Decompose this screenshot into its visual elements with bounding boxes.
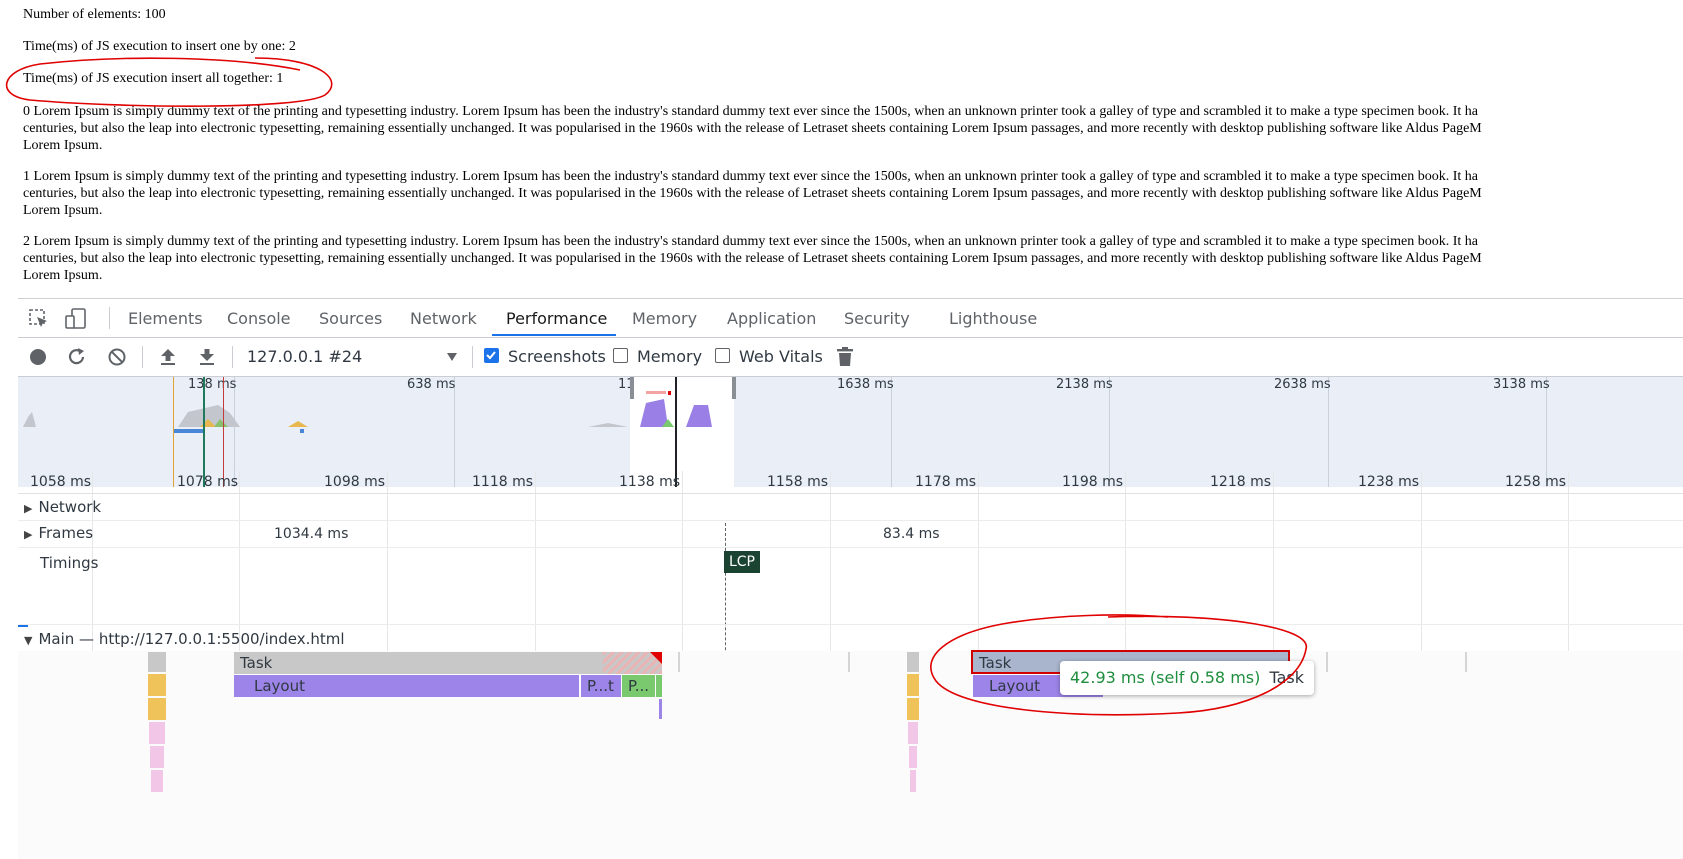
chevron-down-icon[interactable]: [446, 352, 458, 362]
tab-lighthouse[interactable]: Lighthouse: [949, 309, 1037, 328]
network-bar: [300, 429, 304, 433]
screenshots-checkbox[interactable]: [484, 348, 499, 363]
tab-security[interactable]: Security: [844, 309, 910, 328]
record-icon[interactable]: [28, 347, 48, 367]
toolbar-divider: [472, 346, 473, 368]
active-tab-indicator: [492, 334, 616, 336]
ruler-tick: 1198 ms: [1062, 474, 1124, 490]
timings-track-header[interactable]: Timings: [40, 554, 99, 572]
flame-block[interactable]: [910, 770, 916, 792]
flame-block[interactable]: [150, 746, 164, 768]
layout-bar[interactable]: Layout: [234, 675, 579, 697]
tab-performance[interactable]: Performance: [506, 309, 607, 328]
checkmark-icon: [486, 351, 496, 360]
clear-icon[interactable]: [106, 346, 128, 368]
flame-block[interactable]: [148, 652, 166, 672]
expand-triangle-icon: ▶: [24, 502, 33, 515]
lorem-paragraph: 2 Lorem Ipsum is simply dummy text of th…: [23, 234, 1482, 283]
toolbar-divider: [232, 346, 233, 368]
flame-block[interactable]: [659, 699, 662, 719]
memory-checkbox[interactable]: [613, 348, 628, 363]
main-track-indicator: [18, 625, 28, 627]
lorem-paragraph: 0 Lorem Ipsum is simply dummy text of th…: [23, 104, 1482, 153]
upload-icon[interactable]: [157, 346, 179, 368]
task-bar[interactable]: Task: [234, 652, 603, 674]
memory-label: Memory: [637, 347, 703, 366]
flame-block[interactable]: [148, 674, 166, 696]
inspect-element-icon[interactable]: [28, 308, 50, 330]
web-vitals-checkbox[interactable]: [715, 348, 730, 363]
ruler-tick: 1058 ms: [30, 474, 92, 490]
ruler-tick: 1218 ms: [1210, 474, 1272, 490]
ruler-tick: 1258 ms: [1505, 474, 1567, 490]
paint-bar[interactable]: P...: [622, 675, 655, 697]
cpu-activity-chart: [23, 391, 712, 427]
flame-block[interactable]: [149, 722, 165, 744]
ruler-tick: 1158 ms: [767, 474, 829, 490]
network-bar: [174, 429, 204, 433]
ruler-tick: 1138 ms: [619, 474, 681, 490]
web-vitals-label: Web Vitals: [739, 347, 823, 366]
ruler-tick: 1098 ms: [324, 474, 386, 490]
recording-select[interactable]: 127.0.0.1 #24: [247, 347, 362, 366]
devtools-tabbar: Elements Console Sources Network Perform…: [18, 299, 1683, 338]
device-toolbar-icon[interactable]: [64, 307, 88, 331]
flame-block[interactable]: [678, 652, 680, 672]
time-ruler: 1058 ms 1078 ms 1098 ms 1118 ms 1138 ms …: [18, 471, 1683, 494]
tab-application[interactable]: Application: [727, 309, 816, 328]
tab-sources[interactable]: Sources: [319, 309, 382, 328]
devtools-panel: Elements Console Sources Network Perform…: [18, 298, 1683, 859]
flame-block[interactable]: [148, 698, 166, 720]
tab-console[interactable]: Console: [227, 309, 291, 328]
expand-triangle-icon: ▶: [24, 528, 33, 541]
lcp-badge[interactable]: LCP: [724, 551, 760, 573]
flame-block[interactable]: [848, 652, 850, 672]
paint-bar[interactable]: P...t: [581, 675, 621, 697]
flame-block[interactable]: [908, 722, 918, 744]
download-icon[interactable]: [196, 346, 218, 368]
screenshots-label: Screenshots: [508, 347, 606, 366]
lorem-paragraph: 1 Lorem Ipsum is simply dummy text of th…: [23, 169, 1482, 218]
tab-network[interactable]: Network: [410, 309, 477, 328]
toolbar-divider: [109, 307, 110, 329]
track-divider: [18, 547, 1683, 548]
flame-block[interactable]: [151, 770, 163, 792]
long-task-warning-icon: [650, 652, 662, 664]
trash-icon[interactable]: [836, 346, 854, 368]
tab-memory[interactable]: Memory: [632, 309, 697, 328]
ruler-tick: 1178 ms: [915, 474, 977, 490]
performance-toolbar: 127.0.0.1 #24 Screenshots Memory Web Vit…: [18, 338, 1683, 377]
frame-duration[interactable]: 83.4 ms: [883, 526, 940, 542]
ruler-tick: 1238 ms: [1358, 474, 1420, 490]
toolbar-divider: [142, 346, 143, 368]
page-content: Number of elements: 100 Time(ms) of JS e…: [0, 0, 1683, 295]
annotation-ellipse: [930, 614, 1307, 716]
track-divider: [18, 520, 1683, 521]
reload-icon[interactable]: [66, 346, 88, 368]
ruler-tick: 1118 ms: [472, 474, 534, 490]
frames-track-header[interactable]: ▶ Frames: [24, 524, 93, 542]
collapse-triangle-icon: ▼: [24, 634, 33, 647]
flame-block[interactable]: [656, 675, 662, 697]
tab-elements[interactable]: Elements: [128, 309, 203, 328]
main-track-header[interactable]: ▼ Main — http://127.0.0.1:5500/index.html: [24, 630, 345, 648]
frame-duration[interactable]: 1034.4 ms: [274, 526, 348, 542]
flame-block[interactable]: [1465, 652, 1467, 672]
network-track-header[interactable]: ▶ Network: [24, 498, 101, 516]
annotation-ellipse: [5, 57, 333, 107]
flame-block[interactable]: [1326, 652, 1328, 672]
track-divider: [18, 624, 1683, 625]
ruler-tick: 1078 ms: [177, 474, 239, 490]
flame-block[interactable]: [909, 746, 917, 768]
